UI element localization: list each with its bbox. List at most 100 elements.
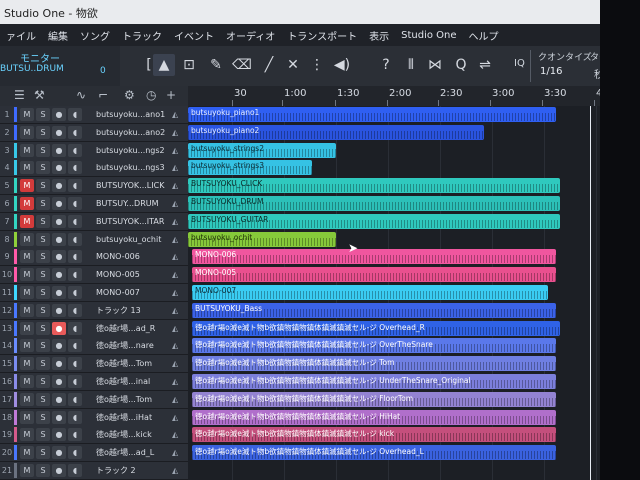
- track-name[interactable]: MONO-005: [96, 266, 168, 283]
- record-button[interactable]: ●: [52, 428, 66, 441]
- solo-button[interactable]: S: [36, 339, 50, 352]
- track-row[interactable]: 9 M S ● ◖ MONO-006 ◭: [0, 248, 188, 266]
- audio-event[interactable]: MONO-007: [192, 285, 548, 300]
- timeline-ruler[interactable]: 301:001:302:002:303:003:304:00: [188, 86, 600, 107]
- audio-event[interactable]: 徳o越r場o滅e滅ト物b欲鎮物鎮物鎮体鎮滅鎮滅セル-ジ FloorTom: [192, 392, 556, 407]
- track-name[interactable]: 徳o越r場...ad_L: [96, 444, 168, 461]
- monitor-button[interactable]: ◖: [68, 375, 82, 388]
- track-name[interactable]: butsuyoku...ngs3: [96, 159, 168, 176]
- track-name[interactable]: トラック 13: [96, 302, 168, 319]
- track-row[interactable]: 20 M S ● ◖ 徳o越r場...ad_L ◭: [0, 444, 188, 462]
- settings-icon[interactable]: ⚙: [124, 88, 135, 102]
- track-color-strip[interactable]: [14, 285, 17, 300]
- track-name[interactable]: butsuyoku...ano2: [96, 124, 168, 141]
- audio-event[interactable]: butsuyoku_strings3: [188, 160, 312, 175]
- mute-button[interactable]: M: [20, 286, 34, 299]
- track-row[interactable]: 19 M S ● ◖ 徳o越r場...kick ◭: [0, 426, 188, 444]
- record-button[interactable]: ●: [52, 250, 66, 263]
- zoom-icon[interactable]: Q: [450, 54, 472, 76]
- track-color-strip[interactable]: [14, 410, 17, 425]
- record-button[interactable]: ●: [52, 339, 66, 352]
- solo-button[interactable]: S: [36, 268, 50, 281]
- audio-event[interactable]: MONO-006: [192, 249, 556, 264]
- history-icon[interactable]: ◷: [146, 88, 156, 102]
- audio-event[interactable]: 徳o越r場o滅e滅ト物b欲鎮物鎮物鎮体鎮滅鎮滅セル-ジ Overhead_R: [192, 321, 560, 336]
- track-row[interactable]: 12 M S ● ◖ トラック 13 ◭: [0, 302, 188, 320]
- track-row[interactable]: 6 M S ● ◖ BUTSUY...DRUM ◭: [0, 195, 188, 213]
- audio-event[interactable]: 徳o越r場o滅e滅ト物b欲鎮物鎮物鎮体鎮滅鎮滅セル-ジ HiHat: [192, 410, 556, 425]
- solo-button[interactable]: S: [36, 197, 50, 210]
- track-color-strip[interactable]: [14, 392, 17, 407]
- monitor-button[interactable]: ◖: [68, 411, 82, 424]
- track-color-strip[interactable]: [14, 249, 17, 264]
- track-color-strip[interactable]: [14, 356, 17, 371]
- record-button[interactable]: ●: [52, 446, 66, 459]
- record-button[interactable]: ●: [52, 464, 66, 477]
- solo-button[interactable]: S: [36, 357, 50, 370]
- audio-event[interactable]: 徳o越r場o滅e滅ト物b欲鎮物鎮物鎮体鎮滅鎮滅セル-ジ Overhead_L: [192, 445, 556, 460]
- track-name[interactable]: トラック 2: [96, 462, 168, 479]
- solo-button[interactable]: S: [36, 393, 50, 406]
- snap-icon[interactable]: ⇌: [474, 54, 496, 76]
- monitor-button[interactable]: ◖: [68, 339, 82, 352]
- menu-item[interactable]: ソング: [74, 28, 116, 43]
- eraser-icon[interactable]: ⌫: [231, 54, 253, 76]
- solo-button[interactable]: S: [36, 108, 50, 121]
- mute-button[interactable]: M: [20, 357, 34, 370]
- mute-button[interactable]: M: [20, 108, 34, 121]
- paint-icon[interactable]: ╱: [258, 54, 280, 76]
- audio-event[interactable]: 徳o越r場o滅e滅ト物b欲鎮物鎮物鎮体鎮滅鎮滅セル-ジ OverTheSnare: [192, 338, 556, 353]
- track-row[interactable]: 2 M S ● ◖ butsuyoku...ano2 ◭: [0, 124, 188, 142]
- automation-icon[interactable]: ∿: [76, 88, 86, 102]
- volume-value[interactable]: 0: [100, 66, 106, 76]
- mute-button[interactable]: M: [20, 339, 34, 352]
- folder-icon[interactable]: ⌐: [98, 88, 108, 102]
- menu-item[interactable]: Studio One: [395, 30, 462, 41]
- record-button[interactable]: ●: [52, 161, 66, 174]
- track-name[interactable]: 徳o越r場...nare: [96, 337, 168, 354]
- mute-button[interactable]: M: [20, 268, 34, 281]
- mute-button[interactable]: M: [20, 464, 34, 477]
- solo-button[interactable]: S: [36, 233, 50, 246]
- track-row[interactable]: 4 M S ● ◖ butsuyoku...ngs3 ◭: [0, 159, 188, 177]
- solo-button[interactable]: S: [36, 428, 50, 441]
- range-icon[interactable]: ⊡: [178, 54, 200, 76]
- track-row[interactable]: 7 M S ● ◖ BUTSUYOK...ITAR ◭: [0, 213, 188, 231]
- audio-event[interactable]: 徳o越r場o滅e滅ト物b欲鎮物鎮物鎮体鎮滅鎮滅セル-ジ Tom: [192, 356, 556, 371]
- track-name[interactable]: 徳o越r場...iHat: [96, 409, 168, 426]
- track-color-strip[interactable]: [14, 445, 17, 460]
- arrangement-view[interactable]: butsuyoku_piano1 butsuyoku_piano2 butsuyok…: [188, 106, 600, 480]
- audio-event[interactable]: BUTSUYOKU_GUITAR: [188, 214, 560, 229]
- track-color-strip[interactable]: [14, 463, 17, 478]
- solo-button[interactable]: S: [36, 322, 50, 335]
- record-button[interactable]: ●: [52, 179, 66, 192]
- audio-event[interactable]: BUTSUYOKU_Bass: [192, 303, 556, 318]
- solo-button[interactable]: S: [36, 411, 50, 424]
- track-color-strip[interactable]: [14, 338, 17, 353]
- bend-icon[interactable]: ⋮: [306, 54, 328, 76]
- menu-item[interactable]: ァイル: [0, 28, 42, 43]
- monitor-button[interactable]: ◖: [68, 179, 82, 192]
- track-name[interactable]: butsuyoku...ano1: [96, 106, 168, 123]
- audio-event[interactable]: butsuyoku_piano2: [188, 125, 484, 140]
- arrow-icon[interactable]: ▲: [153, 54, 175, 76]
- monitor-button[interactable]: ◖: [68, 126, 82, 139]
- wrench-icon[interactable]: ⚒: [34, 88, 45, 102]
- record-button[interactable]: ●: [52, 268, 66, 281]
- track-row[interactable]: 3 M S ● ◖ butsuyoku...ngs2 ◭: [0, 142, 188, 160]
- mute-button[interactable]: M: [20, 215, 34, 228]
- audio-event[interactable]: 徳o越r場o滅e滅ト物b欲鎮物鎮物鎮体鎮滅鎮滅セル-ジ UnderTheSnar…: [192, 374, 556, 389]
- track-color-strip[interactable]: [14, 267, 17, 282]
- mute-tool-icon[interactable]: ✕: [282, 54, 304, 76]
- solo-button[interactable]: S: [36, 179, 50, 192]
- track-row[interactable]: 15 M S ● ◖ 徳o越r場...Tom ◭: [0, 355, 188, 373]
- solo-button[interactable]: S: [36, 464, 50, 477]
- solo-button[interactable]: S: [36, 446, 50, 459]
- track-name[interactable]: MONO-007: [96, 284, 168, 301]
- track-name[interactable]: 徳o越r場...kick: [96, 426, 168, 443]
- track-name[interactable]: 徳o越r場...inal: [96, 373, 168, 390]
- solo-button[interactable]: S: [36, 126, 50, 139]
- mute-button[interactable]: M: [20, 144, 34, 157]
- monitor-button[interactable]: ◖: [68, 144, 82, 157]
- track-color-strip[interactable]: [14, 107, 17, 122]
